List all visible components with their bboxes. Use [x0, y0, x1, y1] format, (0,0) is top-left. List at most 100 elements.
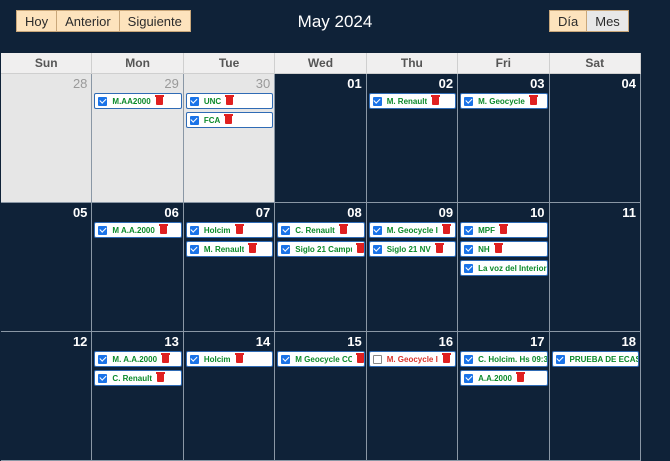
day-cell[interactable]: 07 Holcim M. Renault	[183, 203, 276, 331]
delete-icon[interactable]	[225, 95, 235, 105]
calendar-event[interactable]: M Geocycle CCTV	[277, 351, 365, 367]
event-checkbox[interactable]	[464, 225, 474, 235]
day-cell[interactable]: 29 M.AA2000	[92, 74, 184, 202]
calendar-event[interactable]: PRUEBA DE ECAS	[551, 351, 639, 367]
calendar-event[interactable]: M.AA2000	[94, 93, 182, 109]
event-checkbox[interactable]	[98, 225, 108, 235]
month-view-button[interactable]: Mes	[587, 10, 629, 32]
day-cell[interactable]: 06 M A.A.2000	[92, 203, 184, 331]
calendar-event[interactable]: M. Renault	[368, 93, 457, 109]
calendar-event[interactable]: M. Geocycle I	[368, 222, 457, 238]
delete-icon[interactable]	[338, 224, 348, 234]
calendar-event[interactable]: MPF	[460, 222, 548, 238]
event-checkbox[interactable]	[464, 354, 474, 364]
day-cell[interactable]: 18 PRUEBA DE ECAS	[549, 332, 641, 460]
calendar-event[interactable]: A.A.2000	[460, 370, 548, 386]
event-label: M A.A.2000	[112, 225, 155, 235]
weekday-header-tue: Tue	[184, 53, 276, 73]
event-checkbox[interactable]	[372, 96, 382, 106]
event-checkbox[interactable]	[464, 373, 474, 383]
today-button[interactable]: Hoy	[16, 10, 58, 32]
event-checkbox[interactable]	[189, 96, 199, 106]
event-checkbox[interactable]	[464, 244, 474, 254]
event-checkbox[interactable]	[189, 354, 199, 364]
day-cell[interactable]: 02 M. Renault	[366, 74, 459, 202]
calendar-event[interactable]: M. A.A.2000	[94, 351, 182, 367]
calendar-event[interactable]: Siglo 21 Campus	[277, 241, 365, 257]
day-cell[interactable]: 08 C. Renault Siglo 21 Campus	[275, 203, 367, 331]
delete-icon[interactable]	[528, 95, 538, 105]
delete-icon[interactable]	[515, 372, 525, 382]
day-cell[interactable]: 17 C. Holcim. Hs 09:30 A.A.2000	[458, 332, 550, 460]
calendar-event[interactable]: UNC	[185, 93, 274, 109]
day-cell[interactable]: 10 MPF NH La voz del Interior	[458, 203, 550, 331]
day-cell[interactable]: 03 M. Geocycle	[458, 74, 550, 202]
calendar-event[interactable]: M A.A.2000	[94, 222, 182, 238]
calendar-event[interactable]: M. Renault	[185, 241, 274, 257]
event-checkbox[interactable]	[555, 354, 565, 364]
next-button[interactable]: Siguiente	[119, 10, 191, 32]
event-checkbox[interactable]	[281, 244, 291, 254]
delete-icon[interactable]	[441, 224, 451, 234]
calendar-event[interactable]: M. Geocycle	[460, 93, 548, 109]
day-cell[interactable]: 13 M. A.A.2000 C. Renault	[92, 332, 184, 460]
delete-icon[interactable]	[234, 224, 244, 234]
weekday-header-thu: Thu	[367, 53, 459, 73]
delete-icon[interactable]	[355, 243, 364, 253]
calendar-event[interactable]: Holcim	[185, 351, 274, 367]
day-cell[interactable]: 28	[1, 74, 93, 202]
calendar-event[interactable]: La voz del Interior	[460, 260, 548, 276]
day-cell[interactable]: 30 UNC FCA	[183, 74, 276, 202]
delete-icon[interactable]	[248, 243, 258, 253]
day-cell[interactable]: 05	[1, 203, 93, 331]
day-cell[interactable]: 15 M Geocycle CCTV	[275, 332, 367, 460]
delete-icon[interactable]	[234, 353, 244, 363]
event-checkbox[interactable]	[372, 354, 382, 364]
delete-icon[interactable]	[154, 95, 164, 105]
calendar-event[interactable]: C. Renault	[277, 222, 365, 238]
calendar-event[interactable]: C. Holcim. Hs 09:30	[460, 351, 548, 367]
event-checkbox[interactable]	[464, 263, 474, 273]
event-checkbox[interactable]	[98, 354, 108, 364]
event-checkbox[interactable]	[189, 244, 199, 254]
event-checkbox[interactable]	[281, 225, 291, 235]
event-label: A.A.2000	[478, 373, 512, 383]
delete-icon[interactable]	[493, 243, 503, 253]
event-label: Holcim	[203, 225, 231, 235]
event-label: MPF	[478, 225, 495, 235]
day-cell[interactable]: 01	[275, 74, 367, 202]
calendar-event[interactable]: NH	[460, 241, 548, 257]
event-label: Holcim	[203, 354, 231, 364]
delete-icon[interactable]	[434, 243, 444, 253]
calendar-event[interactable]: Holcim	[185, 222, 274, 238]
event-checkbox[interactable]	[98, 373, 108, 383]
delete-icon[interactable]	[158, 224, 168, 234]
weekday-header-fri: Fri	[458, 53, 550, 73]
previous-button[interactable]: Anterior	[57, 10, 120, 32]
event-checkbox[interactable]	[372, 225, 382, 235]
calendar-event[interactable]: M. Geocycle I	[368, 351, 457, 367]
event-checkbox[interactable]	[189, 115, 199, 125]
day-cell[interactable]: 16 M. Geocycle I	[366, 332, 459, 460]
day-cell[interactable]: 11	[549, 203, 641, 331]
delete-icon[interactable]	[155, 372, 165, 382]
day-cell[interactable]: 04	[549, 74, 641, 202]
event-checkbox[interactable]	[98, 96, 108, 106]
delete-icon[interactable]	[355, 353, 364, 363]
delete-icon[interactable]	[431, 95, 441, 105]
event-checkbox[interactable]	[372, 244, 382, 254]
day-cell[interactable]: 14 Holcim	[183, 332, 276, 460]
delete-icon[interactable]	[441, 353, 451, 363]
day-cell[interactable]: 12	[1, 332, 93, 460]
day-view-button[interactable]: Día	[549, 10, 588, 32]
calendar-event[interactable]: Siglo 21 NV	[368, 241, 457, 257]
delete-icon[interactable]	[224, 114, 234, 124]
calendar-event[interactable]: C. Renault	[94, 370, 182, 386]
calendar-event[interactable]: FCA	[185, 112, 274, 128]
day-cell[interactable]: 09 M. Geocycle I Siglo 21 NV	[366, 203, 459, 331]
event-checkbox[interactable]	[464, 96, 474, 106]
delete-icon[interactable]	[161, 353, 171, 363]
delete-icon[interactable]	[499, 224, 508, 234]
event-checkbox[interactable]	[281, 354, 291, 364]
event-checkbox[interactable]	[189, 225, 199, 235]
